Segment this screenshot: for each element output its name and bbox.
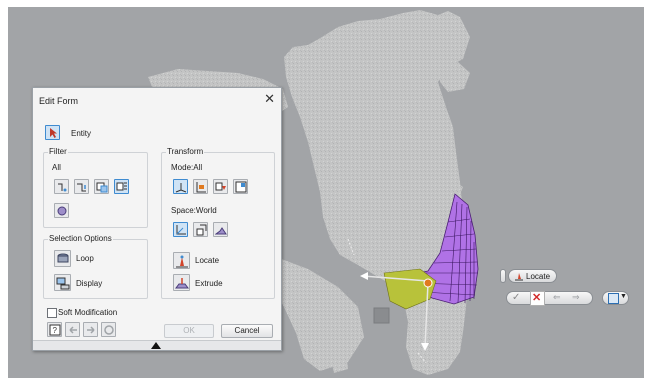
move-icon xyxy=(196,182,206,193)
rotate-icon xyxy=(215,182,226,191)
ok-button[interactable]: OK xyxy=(164,324,214,338)
cancel-x-icon: ✕ xyxy=(532,292,542,304)
edit-actions-bar: ✓ ✕ ⇐ ⇒ xyxy=(506,291,593,306)
filter-face-button[interactable] xyxy=(94,179,109,194)
help-icon: ? xyxy=(49,324,61,336)
filter-all-button[interactable] xyxy=(114,179,129,194)
view-axis-icon xyxy=(215,227,227,235)
transform-title: Transform xyxy=(166,147,205,156)
view-options-button[interactable]: ▼ xyxy=(602,291,629,305)
undo-icon[interactable]: ⇐ xyxy=(553,292,561,303)
entity-select-button[interactable] xyxy=(45,125,60,140)
extrude-label: Extrude xyxy=(195,279,223,288)
scale-icon xyxy=(235,181,247,193)
locate-label: Locate xyxy=(526,272,551,281)
local-axis-icon xyxy=(196,224,207,236)
entity-label: Entity xyxy=(71,129,92,138)
mode-scale-button[interactable] xyxy=(233,179,248,194)
vertex-filter-icon xyxy=(58,183,67,192)
undo-dialog-button[interactable] xyxy=(65,322,80,337)
all-filter-icon xyxy=(116,182,127,191)
help-button[interactable]: ? xyxy=(47,322,62,337)
face-filter-icon xyxy=(96,182,108,193)
svg-text:?: ? xyxy=(53,326,58,335)
loop-label: Loop xyxy=(76,254,94,263)
display-icon xyxy=(56,277,70,290)
soft-modification-label: Soft Modification xyxy=(58,308,118,317)
redo-dialog-button[interactable] xyxy=(83,322,98,337)
locate-icon xyxy=(515,273,523,281)
cursor-arrow-icon xyxy=(50,128,57,138)
dialog-expand-bar[interactable] xyxy=(33,340,281,350)
filter-body-button[interactable] xyxy=(54,203,69,218)
space-local-button[interactable] xyxy=(193,222,208,237)
body-filter-icon xyxy=(57,206,67,216)
filter-all-label: All xyxy=(52,163,61,172)
locate-tool-icon xyxy=(176,255,188,268)
mode-all-button[interactable] xyxy=(173,179,188,194)
space-world-button[interactable] xyxy=(173,222,188,237)
world-axis-icon xyxy=(176,225,186,235)
locate-chip[interactable] xyxy=(500,269,506,283)
edit-form-dialog: Edit Form ✕ Entity Filter All Selection … xyxy=(32,87,282,351)
reset-icon xyxy=(104,325,114,335)
locate-button[interactable]: Locate xyxy=(508,269,557,283)
chevron-down-icon: ▼ xyxy=(620,293,627,300)
expand-arrow-icon xyxy=(151,342,161,349)
soft-modification-checkbox[interactable] xyxy=(47,308,57,318)
cancel-button[interactable]: Cancel xyxy=(221,324,273,338)
space-view-button[interactable] xyxy=(213,222,228,237)
undo-arrow-icon xyxy=(69,326,77,334)
close-icon[interactable]: ✕ xyxy=(264,92,275,105)
display-button[interactable] xyxy=(54,274,71,291)
edge-filter-icon xyxy=(77,183,86,192)
accept-button[interactable]: ✓ xyxy=(512,292,520,303)
filter-vertex-button[interactable] xyxy=(54,179,69,194)
reset-dialog-button[interactable] xyxy=(101,322,116,337)
filter-title: Filter xyxy=(48,147,68,156)
redo-icon[interactable]: ⇒ xyxy=(572,292,580,303)
filter-edge-button[interactable] xyxy=(74,179,89,194)
redo-arrow-icon xyxy=(87,326,95,334)
locate-dialog-label: Locate xyxy=(195,256,220,265)
mode-move-button[interactable] xyxy=(193,179,208,194)
display-label: Display xyxy=(76,279,103,288)
triad-icon xyxy=(175,183,187,193)
transform-space-label: Space:World xyxy=(171,206,217,215)
loop-button[interactable] xyxy=(54,250,71,267)
extrude-button[interactable] xyxy=(173,274,190,291)
locate-dialog-button[interactable] xyxy=(173,252,190,269)
list-options-icon xyxy=(608,293,619,304)
mode-rotate-button[interactable] xyxy=(213,179,228,194)
selection-options-title: Selection Options xyxy=(48,234,113,243)
loop-icon xyxy=(57,253,69,263)
transform-mode-label: Mode:All xyxy=(171,163,203,172)
dialog-title: Edit Form xyxy=(39,96,79,106)
extrude-icon xyxy=(175,278,189,289)
